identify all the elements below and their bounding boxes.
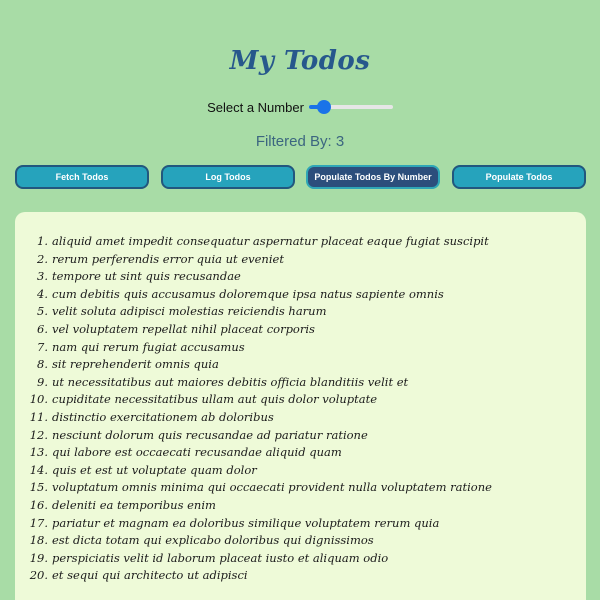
page-title: My Todos: [229, 46, 371, 76]
todo-text: quis et est ut voluptate quam dolor: [52, 462, 257, 477]
todo-item: 3. tempore ut sint quis recusandae: [15, 268, 492, 286]
todo-item: 2. rerum perferendis error quia ut evenie…: [15, 251, 492, 269]
todo-text: nam qui rerum fugiat accusamus: [52, 339, 245, 354]
populate-todos-button[interactable]: Populate Todos: [452, 165, 586, 189]
todo-number: 8.: [37, 357, 48, 372]
todo-item: 10. cupiditate necessitatibus ullam aut q…: [15, 391, 492, 409]
todo-number: 6.: [37, 321, 48, 336]
todo-text: est dicta totam qui explicabo doloribus …: [52, 533, 374, 548]
todo-number: 16.: [29, 497, 48, 512]
todo-number: 4.: [37, 286, 48, 301]
number-selector: Select a Number: [0, 99, 600, 115]
todo-text: distinctio exercitationem ab doloribus: [52, 409, 274, 424]
todo-text: rerum perferendis error quia ut eveniet: [52, 251, 284, 266]
todo-text: ut necessitatibus aut maiores debitis of…: [52, 374, 409, 389]
todo-number: 20.: [29, 568, 48, 583]
todo-text: perspiciatis velit id laborum placeat iu…: [52, 550, 389, 565]
todo-number: 14.: [29, 462, 48, 477]
todo-text: et sequi qui architecto ut adipisci: [52, 568, 248, 583]
todo-panel: 1. aliquid amet impedit consequatur asper…: [15, 212, 586, 600]
todo-text: velit soluta adipisci molestias reiciend…: [52, 304, 327, 319]
number-slider[interactable]: [308, 99, 393, 115]
todo-number: 17.: [29, 515, 48, 530]
todo-number: 11.: [29, 409, 48, 424]
log-todos-button[interactable]: Log Todos: [161, 165, 295, 189]
todo-item: 12. nesciunt dolorum quis recusandae ad p…: [15, 427, 492, 445]
todo-number: 7.: [37, 339, 48, 354]
todo-text: qui labore est occaecati recusandae aliq…: [52, 445, 342, 460]
todo-item: 9. ut necessitatibus aut maiores debitis …: [15, 374, 492, 392]
todo-item: 17. pariatur et magnam ea doloribus simil…: [15, 515, 492, 533]
todo-item: 11. distinctio exercitationem ab doloribu…: [15, 409, 492, 427]
toolbar: Fetch Todos Log Todos Populate Todos By …: [15, 165, 586, 189]
todo-number: 9.: [37, 374, 48, 389]
fetch-todos-button[interactable]: Fetch Todos: [15, 165, 149, 189]
todo-text: vel voluptatem repellat nihil placeat co…: [52, 321, 315, 336]
todo-number: 10.: [29, 392, 48, 407]
todo-list: 1. aliquid amet impedit consequatur asper…: [15, 233, 492, 585]
todo-item: 16. deleniti ea temporibus enim: [15, 497, 492, 515]
todo-number: 19.: [29, 550, 48, 565]
todo-item: 15. voluptatum omnis minima qui occaecati…: [15, 479, 492, 497]
todo-number: 13.: [29, 445, 48, 460]
todo-item: 1. aliquid amet impedit consequatur asper…: [15, 233, 492, 251]
todo-item: 6. vel voluptatem repellat nihil placeat …: [15, 321, 492, 339]
todo-item: 18. est dicta totam qui explicabo dolorib…: [15, 532, 492, 550]
todo-item: 5. velit soluta adipisci molestias reicie…: [15, 303, 492, 321]
todo-text: cum debitis quis accusamus doloremque ip…: [52, 286, 444, 301]
filter-status: Filtered By: 3: [255, 133, 345, 150]
todo-text: aliquid amet impedit consequatur asperna…: [52, 234, 489, 248]
todo-number: 18.: [29, 533, 48, 548]
slider-thumb[interactable]: [317, 100, 332, 114]
todo-text: cupiditate necessitatibus ullam aut quis…: [52, 392, 378, 407]
todo-item: 20. et sequi qui architecto ut adipisci: [15, 567, 492, 585]
todo-number: 15.: [29, 480, 48, 495]
todo-text: voluptatum omnis minima qui occaecati pr…: [52, 480, 492, 495]
slider-label: Select a Number: [207, 99, 304, 115]
todo-item: 19. perspiciatis velit id laborum placeat…: [15, 550, 492, 568]
todo-item: 14. quis et est ut voluptate quam dolor: [15, 462, 492, 480]
todo-text: pariatur et magnam ea doloribus similiqu…: [52, 515, 440, 530]
todo-number: 2.: [37, 251, 48, 266]
todo-number: 5.: [37, 304, 48, 319]
todo-item: 8. sit reprehenderit omnis quia: [15, 356, 492, 374]
todo-text: nesciunt dolorum quis recusandae ad pari…: [52, 427, 368, 442]
todo-item: 4. cum debitis quis accusamus doloremque …: [15, 286, 492, 304]
todo-text: sit reprehenderit omnis quia: [52, 357, 219, 372]
todo-number: 1.: [37, 234, 48, 248]
todo-text: tempore ut sint quis recusandae: [52, 269, 241, 284]
todo-text: deleniti ea temporibus enim: [52, 497, 216, 512]
todo-item: 13. qui labore est occaecati recusandae a…: [15, 444, 492, 462]
todo-item: 7. nam qui rerum fugiat accusamus: [15, 339, 492, 357]
todo-number: 12.: [29, 427, 48, 442]
todo-number: 3.: [37, 269, 48, 284]
populate-todos-by-number-button[interactable]: Populate Todos By Number: [306, 165, 440, 189]
